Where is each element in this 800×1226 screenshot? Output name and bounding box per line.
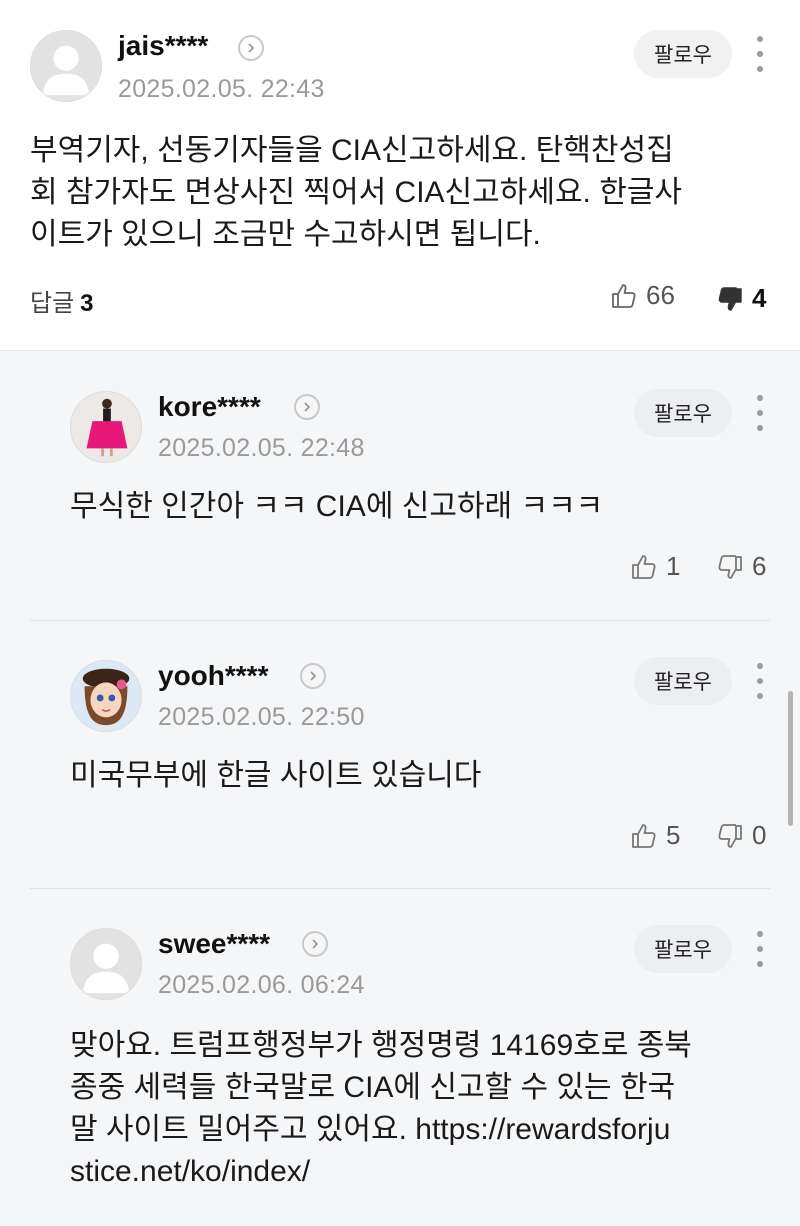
reply-line: 무식한 인간아 ㅋㅋ CIA에 신고하래 ㅋㅋㅋ [70,490,604,523]
comment-line: 회 참가자도 면상사진 찍어서 CIA신고하세요. 한글사 [30,176,683,209]
reply-date: 2025.02.05. 22:48 [158,434,365,462]
reply-body: 무식한 인간아 ㅋㅋ CIA에 신고하래 ㅋㅋㅋ [70,486,603,528]
dislike-button[interactable]: 4 [716,283,766,314]
reply-line: 맞아요. 트럼프행정부가 행정명령 14169호로 종북 [70,1029,692,1062]
avatar[interactable] [70,391,142,463]
thumbs-up-icon [612,283,636,308]
follow-button[interactable]: 팔로우 [634,657,732,705]
dislike-count: 6 [752,551,767,581]
chevron-right-icon[interactable] [300,663,326,689]
avatar[interactable] [70,660,142,732]
reply-line: stice.net/ko/index/ [70,1155,311,1188]
like-count: 5 [666,820,681,850]
main-comment: jais**** 2025.02.05. 22:43 팔로우 부역기자, 선동기… [0,0,800,350]
reply-date: 2025.02.06. 06:24 [158,971,365,999]
more-vertical-icon[interactable] [752,36,768,72]
scrollbar[interactable] [788,691,793,826]
reply-author[interactable]: kore**** [158,391,261,423]
like-count: 66 [646,280,675,310]
chevron-right-icon[interactable] [238,35,264,61]
more-vertical-icon[interactable] [752,395,768,431]
thumbs-up-icon [632,554,656,579]
reply-toggle[interactable]: 답글 3 [30,283,94,318]
divider [30,888,770,889]
comment-author[interactable]: jais**** [118,30,208,62]
dislike-button[interactable]: 6 [716,551,766,582]
dislike-button[interactable]: 0 [716,820,766,851]
divider [30,620,770,621]
more-vertical-icon[interactable] [752,663,768,699]
thumbs-up-icon [632,823,656,848]
thumbs-down-icon [718,823,742,848]
like-count: 1 [666,551,681,581]
reply-line: 미국무부에 한글 사이트 있습니다 [70,759,482,792]
follow-button[interactable]: 팔로우 [634,925,732,973]
follow-button[interactable]: 팔로우 [634,389,732,437]
thumbs-down-icon [718,554,742,579]
reply-count: 3 [80,290,94,317]
reply-body: 맞아요. 트럼프행정부가 행정명령 14169호로 종북 종중 세력들 한국말로… [70,1025,692,1193]
dislike-count: 0 [752,820,767,850]
like-button[interactable]: 5 [630,820,680,851]
comment-body: 부역기자, 선동기자들을 CIA신고하세요. 탄핵찬성집 회 참가자도 면상사진… [30,130,682,256]
reply-line: 종중 세력들 한국말로 CIA에 신고할 수 있는 한국 [70,1071,676,1104]
comment-line: 부역기자, 선동기자들을 CIA신고하세요. 탄핵찬성집 [30,134,674,167]
reply-date: 2025.02.05. 22:50 [158,703,365,731]
reply-author[interactable]: yooh**** [158,660,268,692]
more-vertical-icon[interactable] [752,931,768,967]
like-button[interactable]: 66 [610,280,675,311]
follow-button[interactable]: 팔로우 [634,30,732,78]
reply-body: 미국무부에 한글 사이트 있습니다 [70,755,481,797]
default-avatar-icon[interactable] [30,30,102,102]
reply-label: 답글 [30,290,75,317]
like-button[interactable]: 1 [630,551,680,582]
comment-line: 이트가 있으니 조금만 수고하시면 됩니다. [30,218,541,251]
chevron-right-icon[interactable] [294,394,320,420]
reply-line: 말 사이트 밀어주고 있어요. https://rewardsforju [70,1113,671,1146]
dislike-count: 4 [752,283,767,313]
reply-list: kore**** 2025.02.05. 22:48 팔로우 무식한 인간아 ㅋ… [0,350,800,1226]
reply-author[interactable]: swee**** [158,928,270,960]
comment-date: 2025.02.05. 22:43 [118,75,325,103]
thumbs-down-icon [718,286,742,311]
chevron-right-icon[interactable] [302,931,328,957]
default-avatar-icon[interactable] [70,928,142,1000]
